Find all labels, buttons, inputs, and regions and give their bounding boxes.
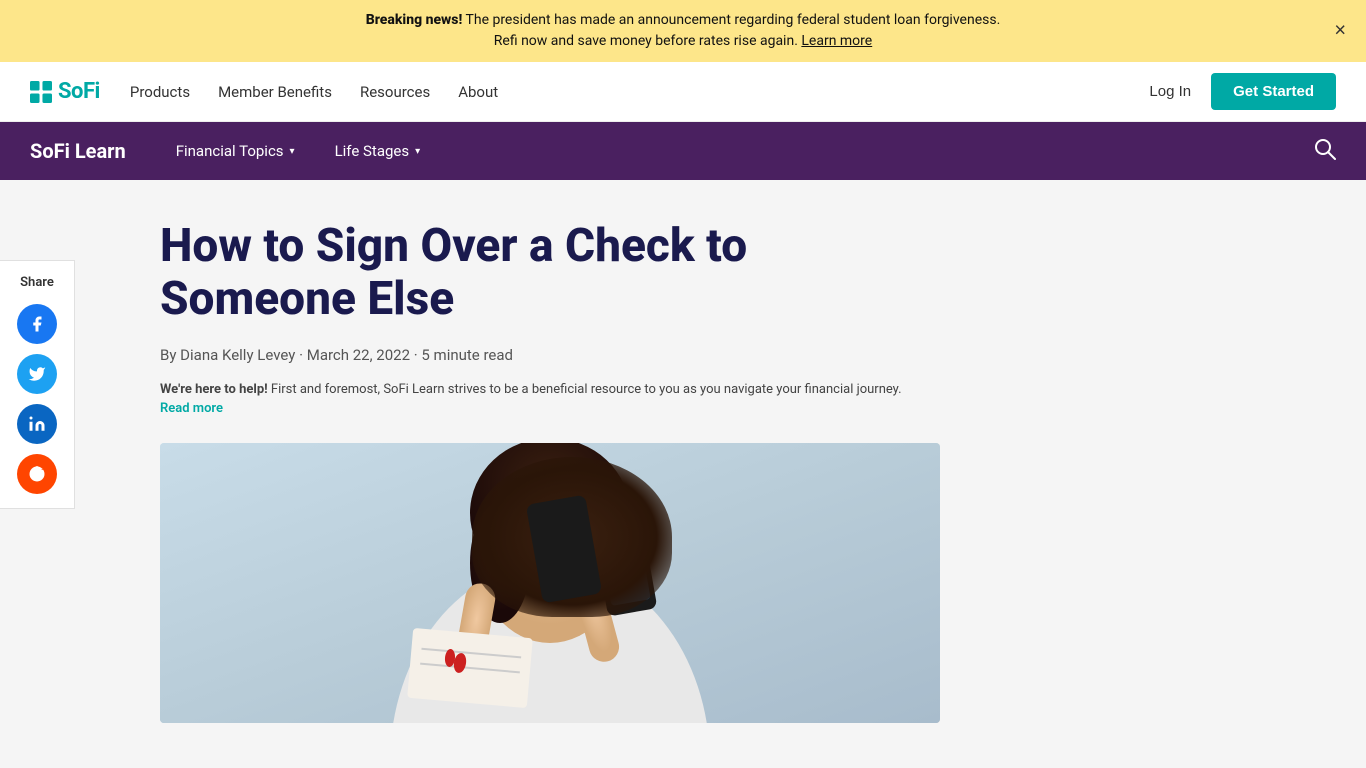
learn-bar: SoFi Learn Financial Topics ▾ Life Stage… (0, 122, 1366, 180)
article-title: How to Sign Over a Check to Someone Else (160, 220, 920, 326)
financial-topics-label: Financial Topics (176, 142, 284, 160)
twitter-share-button[interactable] (17, 354, 57, 394)
nav-products[interactable]: Products (130, 83, 190, 101)
get-started-button[interactable]: Get Started (1211, 73, 1336, 110)
nav-right: Log In Get Started (1149, 73, 1336, 110)
disclaimer-text: First and foremost, SoFi Learn strives t… (271, 382, 902, 397)
page-wrapper: Breaking news! The president has made an… (0, 0, 1366, 768)
search-icon (1314, 138, 1336, 160)
main-nav: SoFi Products Member Benefits Resources … (0, 62, 1366, 122)
nav-links: Products Member Benefits Resources About (130, 83, 1150, 101)
disclaimer-bold: We're here to help! (160, 382, 268, 397)
nav-member-benefits[interactable]: Member Benefits (218, 83, 332, 101)
financial-topics-menu[interactable]: Financial Topics ▾ (176, 142, 295, 160)
facebook-icon (28, 315, 46, 333)
linkedin-icon (28, 415, 46, 433)
article-separator-1: · (299, 346, 307, 364)
learn-more-link[interactable]: Learn more (801, 33, 872, 49)
facebook-share-button[interactable] (17, 304, 57, 344)
article-author: By Diana Kelly Levey (160, 346, 295, 364)
reddit-share-button[interactable] (17, 454, 57, 494)
article-hero-image (160, 443, 940, 723)
linkedin-share-button[interactable] (17, 404, 57, 444)
article-image-svg (160, 443, 940, 723)
financial-topics-chevron-icon: ▾ (290, 146, 295, 157)
nav-about[interactable]: About (458, 83, 498, 101)
breaking-news-prefix: Breaking news! (366, 12, 463, 28)
breaking-news-subtext: Refi now and save money before rates ris… (494, 33, 798, 49)
life-stages-menu[interactable]: Life Stages ▾ (335, 142, 421, 160)
sofi-logo-text: SoFi (58, 79, 100, 104)
banner-close-button[interactable]: × (1334, 20, 1346, 43)
search-button[interactable] (1314, 138, 1336, 165)
reddit-icon (28, 465, 46, 483)
login-button[interactable]: Log In (1149, 83, 1191, 100)
nav-resources[interactable]: Resources (360, 83, 430, 101)
article-read-time: 5 minute read (421, 346, 513, 364)
article-disclaimer: We're here to help! First and foremost, … (160, 380, 920, 419)
article-meta: By Diana Kelly Levey · March 22, 2022 · … (160, 346, 940, 364)
sofi-logo[interactable]: SoFi (30, 79, 100, 104)
content-area: Share How to Sign Over a Check to Someon… (0, 180, 1366, 763)
read-more-link[interactable]: Read more (160, 401, 223, 416)
learn-nav: Financial Topics ▾ Life Stages ▾ (176, 142, 1314, 160)
breaking-banner: Breaking news! The president has made an… (0, 0, 1366, 62)
share-sidebar: Share (0, 260, 75, 509)
share-label: Share (20, 275, 54, 290)
article-image-inner (160, 443, 940, 723)
sofi-logo-icon (30, 81, 52, 103)
article-container: How to Sign Over a Check to Someone Else… (130, 220, 970, 723)
breaking-news-message: The president has made an announcement r… (466, 12, 1001, 28)
life-stages-label: Life Stages (335, 142, 410, 160)
twitter-icon (28, 365, 46, 383)
article-date: March 22, 2022 (307, 346, 410, 364)
life-stages-chevron-icon: ▾ (415, 146, 420, 157)
learn-bar-title: SoFi Learn (30, 139, 126, 163)
